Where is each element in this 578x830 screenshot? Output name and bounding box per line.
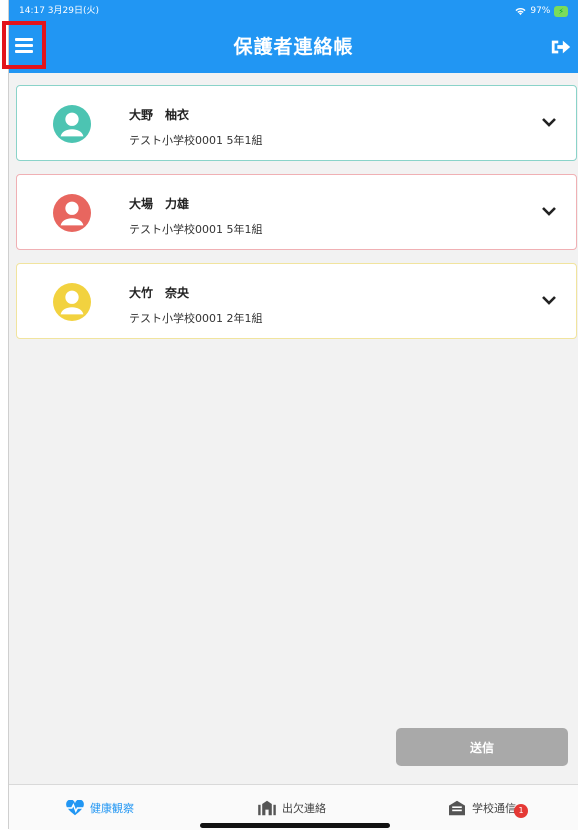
tab-label: 健康観察 — [90, 801, 134, 815]
user-avatar-icon — [53, 194, 91, 232]
child-name: 大場 力雄 — [129, 197, 190, 211]
user-avatar-icon — [53, 105, 91, 143]
app-header: 保護者連絡帳 — [2, 21, 578, 73]
child-school: テスト小学校0001 5年1組 — [129, 223, 263, 236]
heartbeat-icon — [66, 799, 84, 815]
child-card[interactable]: 大野 柚衣 テスト小学校0001 5年1組 — [16, 85, 577, 161]
status-right: 97% ⚡ — [515, 0, 568, 22]
send-button[interactable]: 送信 — [396, 728, 568, 766]
child-card[interactable]: 大場 力雄 テスト小学校0001 5年1組 — [16, 174, 577, 250]
chevron-down-icon[interactable] — [542, 206, 556, 216]
child-card[interactable]: 大竹 奈央 テスト小学校0001 2年1組 — [16, 263, 577, 339]
battery-icon: ⚡ — [554, 5, 568, 17]
window-edge — [0, 0, 9, 829]
children-list: 大野 柚衣 テスト小学校0001 5年1組 大場 力雄 テスト小学校0001 5… — [16, 85, 577, 352]
status-time: 14:17 3月29日(火) — [19, 6, 99, 16]
newsletter-icon — [449, 800, 465, 815]
chevron-down-icon[interactable] — [542, 117, 556, 127]
child-name: 大野 柚衣 — [129, 108, 190, 122]
tab-health-check[interactable]: 健康観察 — [65, 785, 134, 830]
notification-badge: 1 — [514, 803, 528, 818]
child-school: テスト小学校0001 2年1組 — [129, 312, 263, 325]
wifi-icon — [515, 7, 526, 15]
newsletter-icon-wrap — [447, 800, 467, 816]
child-name: 大竹 奈央 — [129, 286, 190, 300]
chevron-down-icon[interactable] — [542, 295, 556, 305]
logout-icon[interactable] — [550, 36, 572, 58]
child-school: テスト小学校0001 5年1組 — [129, 134, 263, 147]
page-title: 保護者連絡帳 — [233, 36, 354, 58]
battery-percent: 97% — [530, 6, 551, 16]
tab-label: 学校通信 — [472, 801, 516, 815]
home-indicator — [200, 823, 390, 828]
attendance-icon — [258, 800, 276, 815]
user-avatar-icon — [53, 283, 91, 321]
tab-label-wrap: 学校通信 1 — [472, 800, 528, 818]
tab-school-newsletter[interactable]: 学校通信 1 — [447, 785, 528, 830]
status-bar: 14:17 3月29日(火) 97% ⚡ — [9, 0, 578, 22]
tab-label: 出欠連絡 — [282, 801, 326, 815]
